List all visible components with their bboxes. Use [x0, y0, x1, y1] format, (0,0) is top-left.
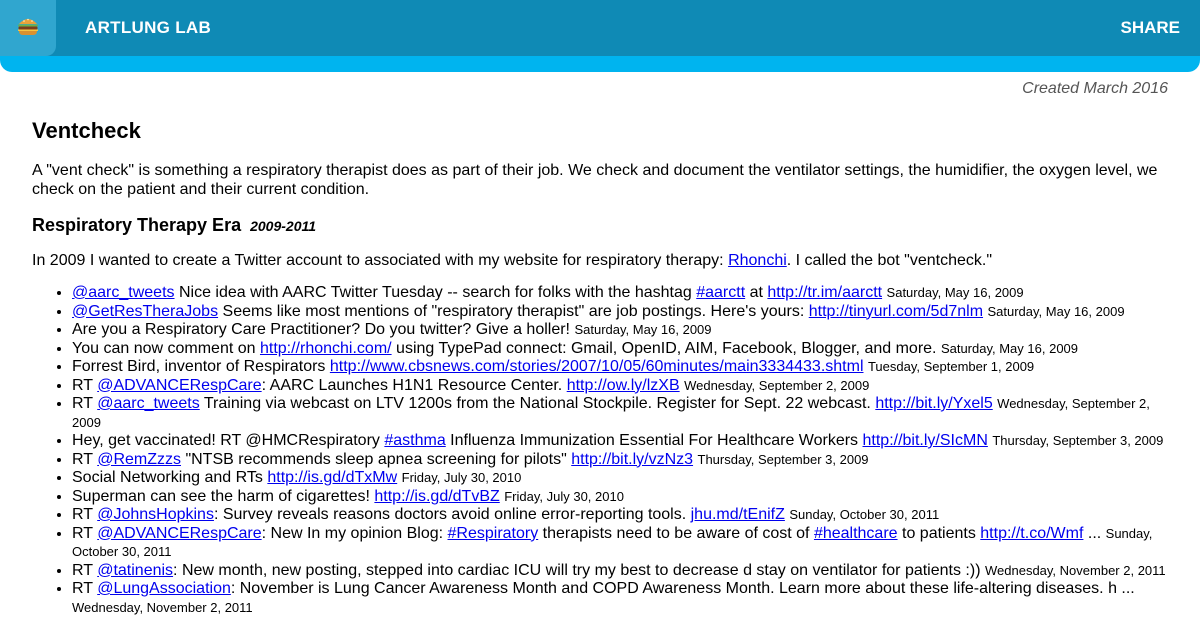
tweet-text: Training via webcast on LTV 1200s from t… [199, 395, 876, 412]
tweet-text: "NTSB recommends sleep apnea screening f… [181, 450, 572, 468]
tweet-text: RT [72, 561, 98, 579]
tweet-text: RT [72, 450, 98, 468]
tweet-text: using TypePad connect: Gmail, OpenID, AI… [391, 339, 937, 357]
history-paragraph: In 2009 I wanted to create a Twitter acc… [32, 251, 1172, 270]
tweet-item: @aarc_tweets Nice idea with AARC Twitter… [72, 284, 1172, 303]
era-title: Respiratory Therapy Era [32, 215, 242, 235]
tweet-item: @GetResTheraJobs Seems like most mention… [72, 303, 1172, 322]
tweet-link[interactable]: http://t.co/Wmf [980, 525, 1083, 542]
tweet-date: Thursday, September 3, 2009 [992, 433, 1164, 448]
tweet-text: : New month, new posting, stepped into c… [173, 561, 981, 579]
tweet-date: Saturday, May 16, 2009 [574, 322, 712, 337]
brand-link[interactable]: ARTLUNG LAB [85, 18, 211, 38]
logo-button[interactable] [0, 0, 56, 56]
tweet-text: therapists need to be aware of cost of [538, 524, 814, 542]
tweet-item: You can now comment on http://rhonchi.co… [72, 340, 1172, 359]
tweet-link[interactable]: @GetResTheraJobs [72, 303, 218, 320]
tweet-item: RT @aarc_tweets Training via webcast on … [72, 395, 1172, 432]
share-button[interactable]: SHARE [1120, 18, 1180, 38]
tweet-date: Friday, July 30, 2010 [504, 488, 624, 504]
tweet-date: Saturday, May 16, 2009 [886, 285, 1024, 300]
tweet-text: Influenza Immunization Essential For Hea… [445, 432, 863, 449]
tweet-date: Sunday, October 30, 2011 [789, 507, 940, 522]
tweet-link[interactable]: http://bit.ly/SIcMN [863, 432, 988, 449]
tweet-link[interactable]: http://ow.ly/lzXB [567, 377, 680, 394]
tweet-text: Social Networking and RTs [72, 469, 268, 486]
tweet-date: Friday, July 30, 2010 [401, 470, 522, 485]
tweet-link[interactable]: http://rhonchi.com/ [260, 340, 392, 357]
tweet-text: at [745, 284, 768, 301]
tweet-link[interactable]: @JohnsHopkins [97, 506, 214, 523]
rhonchi-link[interactable]: Rhonchi [728, 252, 787, 269]
tweet-item: Hey, get vaccinated! RT @HMCRespiratory … [72, 432, 1172, 451]
tweet-date: Saturday, May 16, 2009 [940, 340, 1079, 356]
tweet-item: RT @LungAssociation: November is Lung Ca… [72, 580, 1172, 617]
tweet-link[interactable]: http://www.cbsnews.com/stories/2007/10/0… [330, 358, 864, 375]
tweet-item: RT @RemZzzs "NTSB recommends sleep apnea… [72, 451, 1172, 470]
tweet-text: to patients [897, 524, 981, 542]
created-date: Created March 2016 [1022, 80, 1168, 97]
tweet-link[interactable]: @RemZzzs [97, 451, 181, 468]
tweet-link[interactable]: #aarctt [696, 284, 745, 301]
burger-icon [17, 16, 39, 41]
tweet-link[interactable]: @LungAssociation [97, 580, 231, 597]
tweet-link[interactable]: http://tinyurl.com/5d7nlm [809, 303, 983, 320]
tweet-link[interactable]: @ADVANCERespCare [97, 525, 261, 542]
tweet-link[interactable]: http://is.gd/dTvBZ [374, 488, 499, 505]
tweet-text: Forrest Bird, inventor of Respirators [72, 358, 330, 375]
top-bar: ARTLUNG LAB SHARE [0, 0, 1200, 72]
tweet-text: RT [72, 376, 98, 394]
history-text-end: . I called the bot "ventcheck." [786, 252, 993, 269]
tweet-text: Hey, get vaccinated! RT @HMCRespiratory [72, 432, 385, 449]
tweet-link[interactable]: #healthcare [814, 525, 898, 542]
tweet-item: RT @JohnsHopkins: Survey reveals reasons… [72, 506, 1172, 525]
tweet-item: RT @ADVANCERespCare: New In my opinion B… [72, 525, 1172, 562]
top-bar-inner: ARTLUNG LAB SHARE [0, 0, 1200, 56]
tweet-date: Wednesday, November 2, 2011 [984, 562, 1166, 578]
tweet-link[interactable]: http://is.gd/dTxMw [267, 469, 397, 486]
tweet-item: RT @ADVANCERespCare: AARC Launches H1N1 … [72, 377, 1172, 396]
tweet-text: : Survey reveals reasons doctors avoid o… [213, 506, 691, 523]
era-years: 2009-2011 [250, 218, 317, 234]
history-text: In 2009 I wanted to create a Twitter acc… [32, 252, 729, 269]
tweet-link[interactable]: #Respiratory [448, 525, 539, 542]
tweet-text: RT [72, 580, 98, 597]
tweet-link[interactable]: @ADVANCERespCare [97, 377, 261, 394]
tweet-text: Are you a Respiratory Care Practitioner?… [72, 321, 570, 338]
intro-paragraph: A "vent check" is something a respirator… [32, 162, 1158, 198]
tweet-date: Wednesday, September 2, 2009 [684, 377, 870, 393]
tweet-date: Saturday, May 16, 2009 [987, 303, 1125, 319]
tweet-text: RT [72, 395, 98, 412]
tweet-text: Nice idea with AARC Twitter Tuesday -- s… [174, 284, 697, 301]
tweet-item: Are you a Respiratory Care Practitioner?… [72, 321, 1172, 340]
section-heading: Respiratory Therapy Era 2009-2011 [32, 215, 1172, 236]
tweet-text: ... [1083, 524, 1102, 542]
page-title: Ventcheck [32, 118, 141, 143]
tweet-item: Forrest Bird, inventor of Respirators ht… [72, 358, 1172, 377]
tweet-date: Thursday, September 3, 2009 [697, 451, 869, 467]
tweet-text: Seems like most mentions of "respiratory… [218, 302, 809, 320]
tweet-link[interactable]: @tatinenis [97, 562, 173, 579]
tweet-text: You can now comment on [72, 339, 260, 357]
tweet-link[interactable]: @aarc_tweets [97, 395, 200, 412]
tweet-text: RT [72, 506, 98, 523]
tweet-item: RT @tatinenis: New month, new posting, s… [72, 562, 1172, 581]
tweet-link[interactable]: http://tr.im/aarctt [767, 284, 882, 301]
tweet-link[interactable]: jhu.md/tEnifZ [691, 506, 785, 523]
main-content: Ventcheck A "vent check" is something a … [32, 118, 1172, 617]
tweet-link[interactable]: http://bit.ly/vzNz3 [571, 451, 693, 468]
tweet-link[interactable]: http://bit.ly/Yxel5 [875, 395, 992, 412]
tweet-text: : New In my opinion Blog: [261, 524, 448, 542]
tweet-date: Wednesday, November 2, 2011 [72, 599, 253, 615]
tweet-text: : AARC Launches H1N1 Resource Center. [261, 376, 567, 394]
tweet-text: Superman can see the harm of cigarettes! [72, 487, 375, 505]
tweet-text: : November is Lung Cancer Awareness Mont… [230, 580, 1135, 597]
tweet-item: Social Networking and RTs http://is.gd/d… [72, 469, 1172, 488]
tweet-link[interactable]: @aarc_tweets [72, 284, 175, 301]
tweet-date: Tuesday, September 1, 2009 [867, 359, 1035, 374]
tweet-text: RT [72, 524, 98, 542]
tweet-item: Superman can see the harm of cigarettes!… [72, 488, 1172, 507]
tweet-list: @aarc_tweets Nice idea with AARC Twitter… [32, 284, 1172, 617]
tweet-link[interactable]: #asthma [384, 432, 445, 449]
